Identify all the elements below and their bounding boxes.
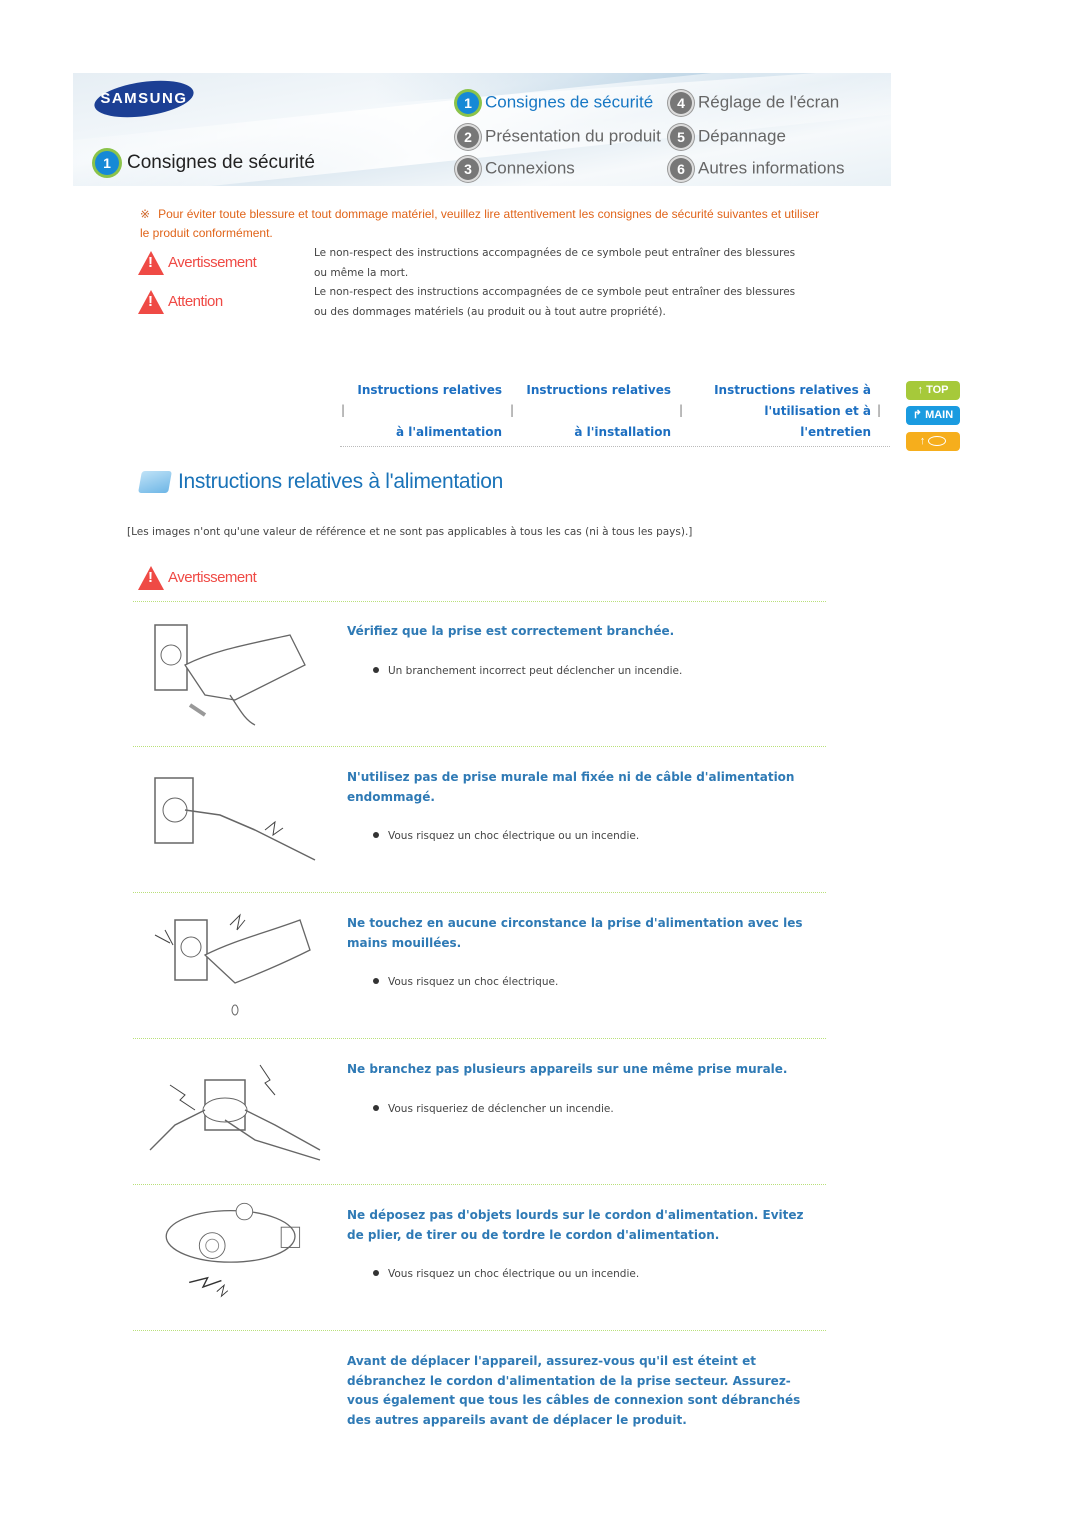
nav-link-alimentation[interactable]: Instructions relatives à l'alimentation	[340, 380, 502, 443]
divider	[133, 892, 826, 893]
number-badge-icon: 1	[457, 92, 479, 114]
item-bullet: Un branchement incorrect peut déclencher…	[373, 665, 682, 677]
divider	[133, 1184, 826, 1185]
bullet-icon	[373, 1105, 379, 1111]
warning-triangle-icon	[138, 566, 164, 590]
intro-note: ※ Pour éviter toute blessure et tout domm…	[140, 207, 820, 240]
item-title: Ne branchez pas plusieurs appareils sur …	[347, 1062, 788, 1076]
folder-icon	[138, 471, 172, 494]
divider	[133, 601, 826, 602]
nav-separator: |	[877, 403, 882, 417]
menu-item-depannage[interactable]: 5 Dépannage	[670, 126, 786, 148]
wet-hand-outlet-illustration	[154, 913, 311, 1016]
item-title: Avant de déplacer l'appareil, assurez-vo…	[347, 1354, 801, 1427]
item-bullet: Vous risqueriez de déclencher un incendi…	[373, 1103, 614, 1115]
warning-header: Avertissement	[138, 566, 257, 590]
top-button[interactable]: ↑ TOP	[906, 381, 960, 400]
nav-separator: |	[510, 403, 515, 417]
menu-item-consignes[interactable]: 1 Consignes de sécurité	[457, 92, 653, 114]
number-badge-icon: 4	[670, 92, 692, 114]
nav-separator: |	[341, 403, 346, 417]
damaged-cable-outlet-illustration	[154, 777, 316, 861]
item-title: Ne touchez en aucune circonstance la pri…	[347, 916, 803, 950]
item-title: Ne déposez pas d'objets lourds sur le co…	[347, 1208, 804, 1242]
warning-triangle-icon	[138, 251, 164, 275]
bullet-icon	[373, 832, 379, 838]
samsung-logo: SAMSUNG	[92, 75, 196, 123]
item-title: Vérifiez que la prise est correctement b…	[347, 624, 675, 638]
item-bullet: Vous risquez un choc électrique.	[373, 976, 558, 988]
divider	[133, 746, 826, 747]
item-title: N'utilisez pas de prise murale mal fixée…	[347, 770, 795, 804]
nav-divider	[340, 446, 890, 447]
bullet-icon	[373, 1270, 379, 1276]
reference-mark-icon: ※	[140, 207, 151, 221]
menu-item-reglage[interactable]: 4 Réglage de l'écran	[670, 92, 839, 114]
number-badge-icon: 1	[95, 151, 119, 175]
hand-plugging-outlet-illustration	[154, 624, 306, 726]
nav-separator: |	[679, 403, 684, 417]
nav-link-installation[interactable]: Instructions relatives à l'installation	[510, 380, 671, 443]
page-title: 1 Consignes de sécurité	[95, 151, 315, 175]
divider	[133, 1330, 826, 1331]
legend-warning-description: Le non-respect des instructions accompag…	[314, 247, 796, 279]
number-badge-icon: 2	[457, 126, 479, 148]
divider	[133, 1038, 826, 1039]
caution-triangle-icon	[138, 290, 164, 314]
legend-warning: Avertissement	[138, 251, 257, 275]
item-bullet: Vous risquez un choc électrique ou un in…	[373, 830, 639, 842]
number-badge-icon: 3	[457, 158, 479, 180]
nav-link-utilisation[interactable]: Instructions relatives à l'utilisation e…	[690, 380, 871, 443]
menu-item-presentation[interactable]: 2 Présentation du produit	[457, 126, 661, 148]
menu-item-connexions[interactable]: 3 Connexions	[457, 158, 575, 180]
number-badge-icon: 5	[670, 126, 692, 148]
overloaded-outlet-illustration	[149, 1064, 321, 1161]
arrow-up-icon: ↑	[919, 435, 926, 447]
main-button[interactable]: ↱ MAIN	[906, 406, 960, 425]
projector-on-cord-illustration	[165, 1202, 301, 1298]
legend-caution-description: Le non-respect des instructions accompag…	[314, 286, 796, 318]
legend-caution: Attention	[138, 290, 223, 314]
bullet-icon	[373, 667, 379, 673]
section-title: Instructions relatives à l'alimentation	[138, 470, 503, 494]
header-banner: SAMSUNG 1 Consignes de sécurité 1 Consigne…	[73, 73, 891, 186]
menu-item-autres[interactable]: 6 Autres informations	[670, 158, 844, 180]
arrow-turn-icon: ↱	[912, 409, 923, 421]
disclaimer: [Les images n'ont qu'une valeur de référ…	[127, 526, 693, 538]
lips-icon	[928, 436, 947, 447]
item-bullet: Vous risquez un choc électrique ou un in…	[373, 1268, 639, 1280]
arrow-up-icon: ↑	[917, 384, 924, 396]
back-button[interactable]: ↑	[906, 432, 960, 451]
number-badge-icon: 6	[670, 158, 692, 180]
bullet-icon	[373, 978, 379, 984]
